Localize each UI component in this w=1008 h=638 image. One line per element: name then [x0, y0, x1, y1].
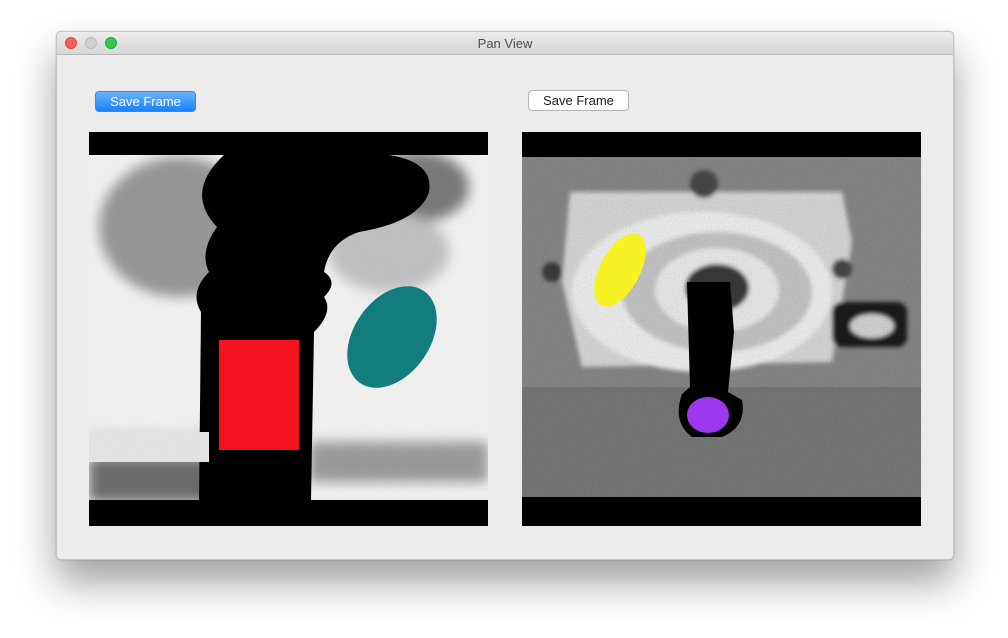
window-title: Pan View: [477, 36, 533, 51]
red-marker[interactable]: [219, 340, 299, 450]
pan-view-window: Pan View Save Frame Save Frame: [56, 31, 954, 560]
right-camera-view[interactable]: [522, 132, 921, 526]
left-camera-frame: [89, 132, 488, 526]
right-save-frame-button[interactable]: Save Frame: [528, 90, 629, 111]
left-camera-view[interactable]: [89, 132, 488, 526]
left-save-frame-button[interactable]: Save Frame: [95, 91, 196, 112]
purple-marker[interactable]: [687, 397, 729, 433]
title-bar[interactable]: Pan View: [57, 32, 953, 55]
right-camera-frame: [522, 132, 921, 526]
